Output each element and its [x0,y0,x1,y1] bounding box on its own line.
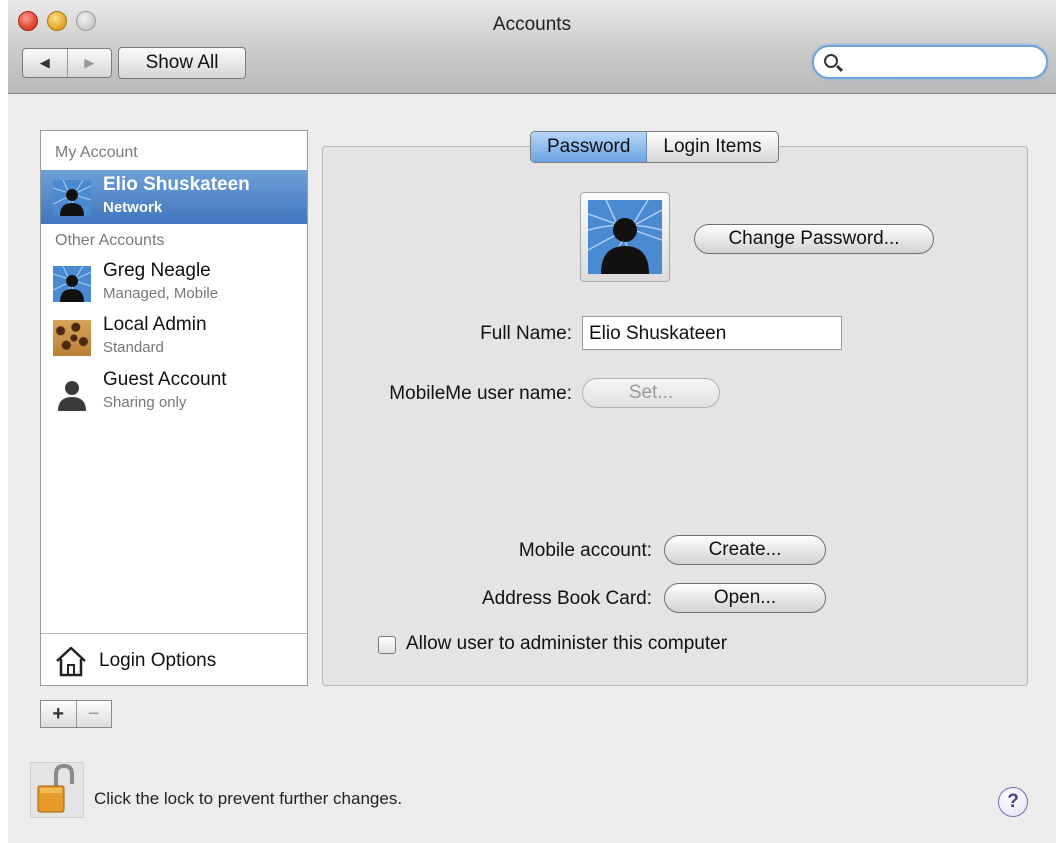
add-account-button[interactable]: + [41,701,76,727]
add-remove-control: + − [40,700,112,728]
login-options-item[interactable]: Login Options [41,634,307,686]
back-arrow-icon[interactable]: ◀ [23,49,67,77]
tab-password[interactable]: Password [531,132,648,162]
back-forward-group: ◀ ▶ [22,48,112,78]
show-all-button[interactable]: Show All [118,47,246,79]
window-title: Accounts [492,14,572,35]
account-name: Guest Account [103,369,227,390]
account-type: Network [103,199,163,216]
account-row-greg-neagle[interactable]: Greg Neagle Managed, Mobile [41,256,307,310]
login-options-label: Login Options [99,650,217,671]
account-name: Elio Shuskateen [103,174,250,195]
open-address-book-button[interactable]: Open... [664,583,826,613]
mobile-account-label: Mobile account: [518,540,652,561]
search-icon [824,54,838,68]
account-type: Managed, Mobile [103,285,219,302]
leopard-fur-avatar-icon [53,320,91,356]
account-type: Sharing only [103,394,187,411]
accounts-list: My Account Elio Shuskateen Network Other… [40,130,308,686]
account-name: Greg Neagle [103,260,211,281]
network-globe-avatar-icon [588,200,662,274]
address-book-label: Address Book Card: [481,588,652,609]
forward-arrow-icon[interactable]: ▶ [66,49,112,77]
help-button[interactable]: ? [998,787,1028,817]
account-type: Standard [103,339,164,356]
account-name: Local Admin [103,314,207,335]
change-password-button[interactable]: Change Password... [694,224,934,254]
other-accounts-header: Other Accounts [55,232,165,249]
remove-account-button[interactable]: − [75,701,112,727]
tab-login-items[interactable]: Login Items [647,132,777,162]
house-icon [56,646,86,677]
create-mobile-account-button[interactable]: Create... [664,535,826,565]
padlock-open-icon[interactable] [30,762,84,818]
tab-bar: Password Login Items [530,131,779,163]
account-row-local-admin[interactable]: Local Admin Standard [41,310,307,364]
toolbar: Accounts ◀ ▶ Show All [8,0,1056,94]
accounts-window: Accounts ◀ ▶ Show All My Account Elio Sh… [8,0,1056,843]
lock-message: Click the lock to prevent further change… [94,789,403,808]
account-row-elio-shuskateen[interactable]: Elio Shuskateen Network [41,170,307,224]
mobileme-label: MobileMe user name: [389,383,572,404]
network-globe-avatar-icon [53,266,91,302]
allow-admin-checkbox[interactable] [378,636,396,654]
search-field[interactable] [812,45,1048,79]
allow-admin-label[interactable]: Allow user to administer this computer [406,633,727,655]
account-row-guest-account[interactable]: Guest Account Sharing only [41,365,307,419]
network-globe-avatar-icon [53,180,91,216]
silhouette-avatar-icon [58,381,86,411]
user-picture-well[interactable] [580,192,670,282]
mobileme-set-button[interactable]: Set... [582,378,720,408]
full-name-field[interactable]: Elio Shuskateen [582,316,842,350]
full-name-label: Full Name: [480,323,572,344]
my-account-header: My Account [55,144,138,161]
